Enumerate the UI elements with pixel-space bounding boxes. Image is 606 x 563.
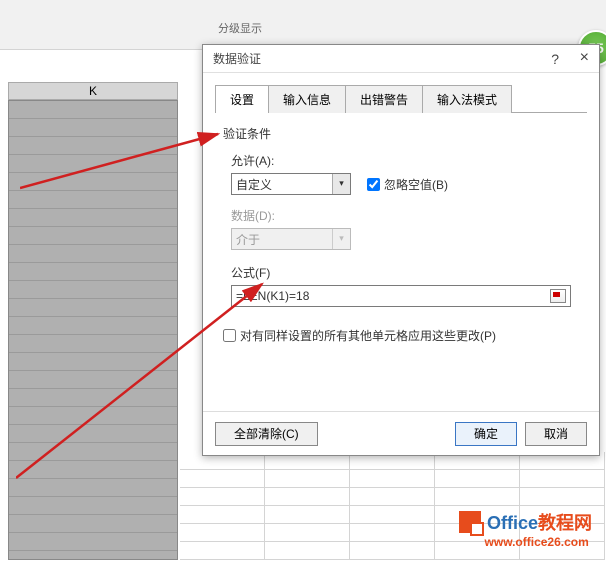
dialog-tabs: 设置 输入信息 出错警告 输入法模式 [215,85,587,113]
apply-all-label: 对有同样设置的所有其他单元格应用这些更改(P) [240,327,496,344]
tab-error-alert[interactable]: 出错警告 [345,85,423,113]
data-select-value: 介于 [236,231,260,248]
watermark-icon [459,511,481,533]
watermark-brand: Office教程网 [487,513,592,533]
chevron-down-icon: ▾ [332,229,350,249]
dialog-footer: 全部清除(C) 确定 取消 [203,411,599,455]
help-button[interactable]: ? [551,51,559,67]
cancel-button[interactable]: 取消 [525,422,587,446]
formula-label: 公式(F) [231,264,579,281]
ribbon-background [0,0,606,50]
tab-settings[interactable]: 设置 [215,85,269,113]
range-selector-icon[interactable] [550,289,566,303]
ignore-blank-checkbox[interactable]: 忽略空值(B) [367,176,448,193]
dialog-title-text: 数据验证 [213,52,261,66]
ribbon-group-outline[interactable]: 分级显示 [218,20,262,36]
clear-all-button[interactable]: 全部清除(C) [215,422,318,446]
dialog-body: 验证条件 允许(A): 自定义 ▾ 忽略空值(B) 数据(D): 介于 ▾ [203,113,599,356]
data-select: 介于 ▾ [231,228,351,250]
ignore-blank-input[interactable] [367,178,380,191]
watermark-url: www.office26.com [485,535,592,549]
selected-column-range[interactable] [8,100,178,560]
tab-input-message[interactable]: 输入信息 [268,85,346,113]
formula-value: =LEN(K1)=18 [236,289,309,303]
allow-select-value: 自定义 [236,176,272,193]
apply-all-input[interactable] [223,329,236,342]
formula-input[interactable]: =LEN(K1)=18 [231,285,571,307]
validation-condition-label: 验证条件 [223,125,579,142]
data-label: 数据(D): [231,207,579,224]
watermark: Office教程网 www.office26.com [459,509,592,549]
chevron-down-icon: ▾ [332,174,350,194]
dialog-titlebar[interactable]: 数据验证 ? × [203,45,599,73]
ignore-blank-label: 忽略空值(B) [384,176,448,193]
tab-ime-mode[interactable]: 输入法模式 [422,85,512,113]
allow-label: 允许(A): [231,152,579,169]
column-header-k[interactable]: K [8,82,178,100]
data-validation-dialog: 数据验证 ? × 设置 输入信息 出错警告 输入法模式 验证条件 允许(A): … [202,44,600,456]
ok-button[interactable]: 确定 [455,422,517,446]
apply-all-checkbox[interactable]: 对有同样设置的所有其他单元格应用这些更改(P) [223,327,579,344]
allow-select[interactable]: 自定义 ▾ [231,173,351,195]
close-button[interactable]: × [580,49,589,67]
